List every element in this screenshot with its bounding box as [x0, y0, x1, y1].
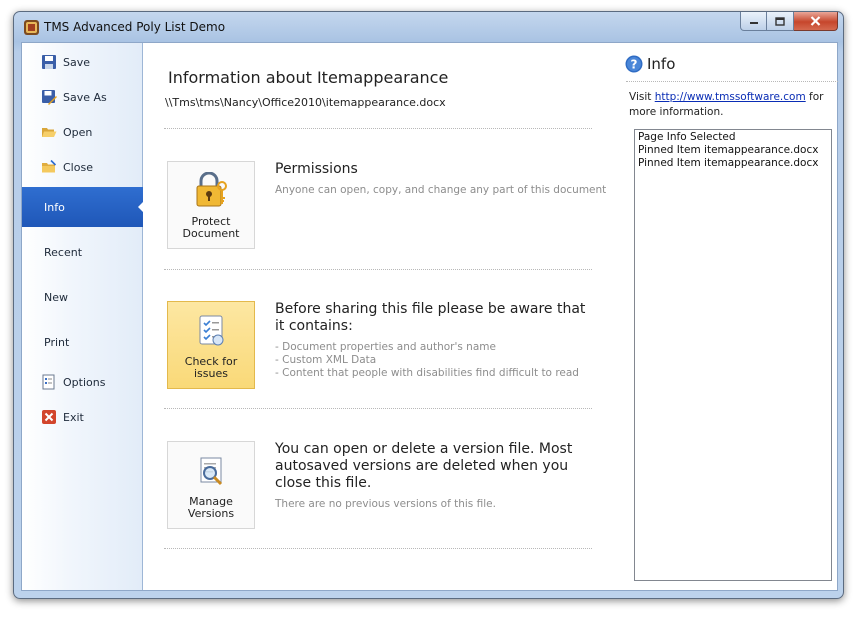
close-folder-icon: [42, 159, 57, 173]
app-window: TMS Advanced Poly List Demo Save Save As: [13, 11, 844, 599]
button-label: Check for issues: [184, 355, 238, 380]
protect-document-button[interactable]: Protect Document: [167, 161, 255, 249]
sidebar-item-print[interactable]: Print: [22, 329, 143, 355]
sidebar-item-label: Save: [63, 55, 91, 69]
sharing-item: - Document properties and author's name: [275, 341, 496, 353]
sidebar-item-label: Exit: [63, 410, 84, 424]
sidebar-item-info[interactable]: Info: [22, 187, 144, 227]
close-icon: [810, 16, 821, 26]
sidebar: Save Save As Open Close Info Recent New: [22, 43, 144, 590]
sidebar-item-label: Print: [44, 335, 70, 349]
file-path: \\Tms\tms\Nancy\Office2010\itemappearanc…: [165, 96, 446, 109]
save-as-icon: [42, 90, 57, 105]
sharing-heading: Before sharing this file please be aware…: [275, 301, 586, 334]
close-window-button[interactable]: [794, 12, 838, 31]
minimize-button[interactable]: [740, 12, 767, 31]
magnifier-document-icon: [200, 457, 223, 486]
visit-prefix: Visit: [629, 91, 655, 103]
list-item: Page Info Selected: [638, 131, 736, 143]
maximize-button[interactable]: [767, 12, 794, 31]
divider: [164, 128, 592, 129]
page-title: Information about Itemappearance: [168, 68, 449, 87]
title-bar[interactable]: TMS Advanced Poly List Demo: [14, 12, 843, 42]
info-panel: Information about Itemappearance \\Tms\t…: [144, 43, 612, 590]
sidebar-item-label: Options: [63, 375, 106, 389]
sidebar-item-save-as[interactable]: Save As: [22, 84, 143, 110]
sidebar-item-label: Info: [44, 200, 65, 214]
info-side-pane: ? Info Visit http://www.tmssoftware.com …: [618, 43, 839, 590]
svg-text:?: ?: [631, 58, 638, 72]
lock-keys-icon: [196, 172, 227, 207]
permissions-description: Anyone can open, copy, and change any pa…: [275, 184, 607, 196]
info-pane-title: Info: [647, 55, 676, 73]
versions-heading: You can open or delete a version file. M…: [275, 441, 573, 491]
save-icon: [42, 55, 56, 69]
sharing-item: - Custom XML Data: [275, 354, 377, 366]
maximize-icon: [775, 16, 785, 26]
sidebar-item-exit[interactable]: Exit: [22, 404, 143, 430]
event-log-list[interactable]: Page Info Selected Pinned Item itemappea…: [634, 129, 832, 581]
sidebar-item-label: New: [44, 290, 68, 304]
sidebar-item-open[interactable]: Open: [22, 119, 143, 145]
check-for-issues-button[interactable]: Check for issues: [167, 301, 255, 389]
divider: [164, 408, 592, 409]
sidebar-item-close[interactable]: Close: [22, 154, 143, 180]
sidebar-item-new[interactable]: New: [22, 284, 143, 310]
checklist-icon: [199, 315, 224, 346]
divider: [164, 548, 592, 549]
visit-text: Visit http://www.tmssoftware.com for mor…: [629, 90, 829, 120]
help-icon: ?: [625, 55, 643, 73]
permissions-heading: Permissions: [275, 161, 358, 177]
window-title: TMS Advanced Poly List Demo: [44, 20, 226, 34]
sharing-item: - Content that people with disabilities …: [275, 367, 579, 379]
app-icon: [24, 20, 39, 35]
sidebar-item-label: Close: [63, 160, 93, 174]
sidebar-item-label: Open: [63, 125, 93, 139]
website-link[interactable]: http://www.tmssoftware.com: [655, 91, 806, 103]
client-area: Save Save As Open Close Info Recent New: [21, 42, 838, 591]
divider: [164, 269, 592, 270]
sidebar-item-recent[interactable]: Recent: [22, 239, 143, 265]
exit-icon: [42, 410, 56, 424]
sidebar-item-label: Recent: [44, 245, 83, 259]
button-label: Manage Versions: [187, 495, 235, 520]
sidebar-item-save[interactable]: Save: [22, 49, 143, 75]
sidebar-item-label: Save As: [63, 90, 107, 104]
minimize-icon: [749, 22, 758, 24]
divider: [626, 81, 838, 82]
list-item: Pinned Item itemappearance.docx: [638, 157, 819, 169]
button-label: Protect Document: [182, 215, 240, 240]
versions-description: There are no previous versions of this f…: [275, 498, 496, 510]
manage-versions-button[interactable]: Manage Versions: [167, 441, 255, 529]
options-icon: [42, 374, 55, 390]
sidebar-item-options[interactable]: Options: [22, 369, 143, 395]
open-folder-icon: [42, 128, 57, 137]
list-item: Pinned Item itemappearance.docx: [638, 144, 819, 156]
